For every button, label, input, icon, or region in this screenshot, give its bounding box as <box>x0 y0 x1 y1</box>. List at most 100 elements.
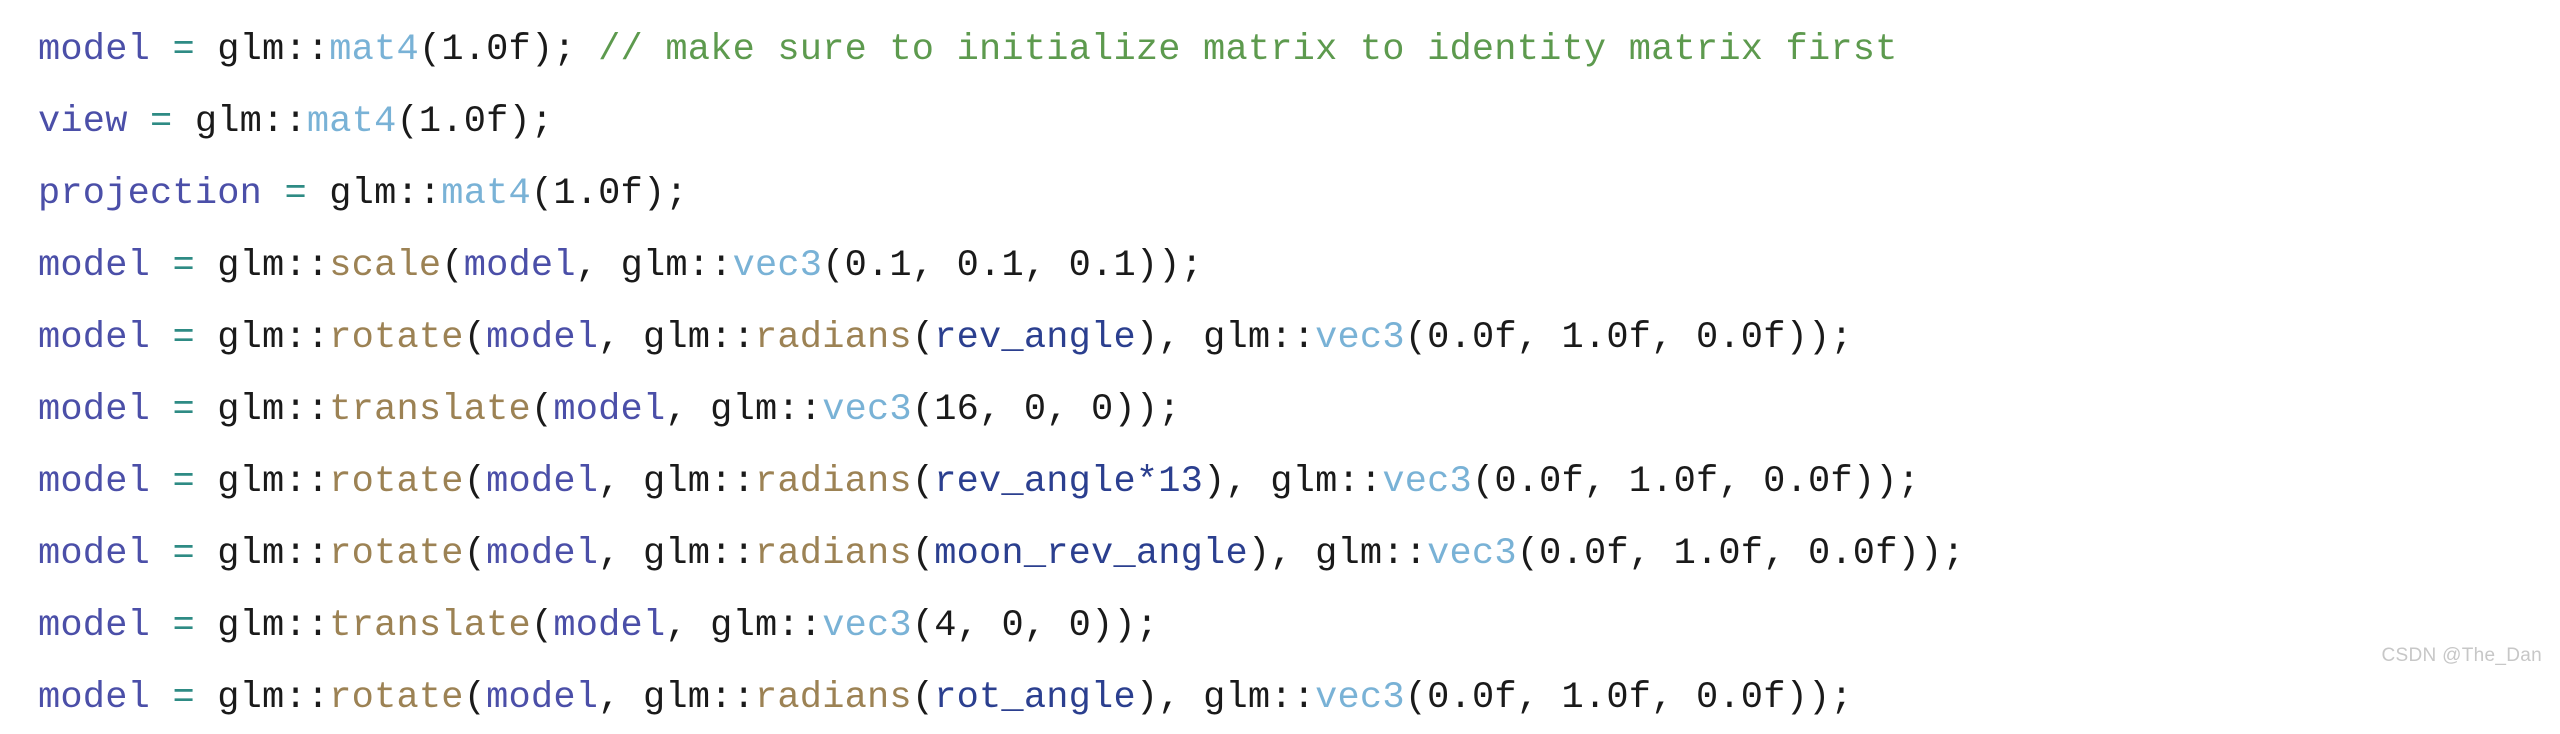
code-line: model = glm::rotate(model, glm::radians(… <box>38 302 2538 374</box>
code-token: ( <box>1404 317 1428 359</box>
code-token: model <box>486 317 599 359</box>
code-token: glm:: <box>217 389 330 431</box>
code-token: glm:: <box>642 461 755 503</box>
code-token: translate <box>329 605 531 647</box>
code-token: model <box>38 605 151 647</box>
code-token: glm:: <box>217 29 330 71</box>
code-block: model = glm::mat4(1.0f); // make sure to… <box>38 14 2538 734</box>
code-token: radians <box>754 677 912 719</box>
code-token: glm:: <box>620 245 733 287</box>
code-token: ), <box>1135 317 1204 359</box>
code-token: vec3 <box>822 389 912 431</box>
code-token: )); <box>1135 245 1204 287</box>
code-token: glm:: <box>217 605 330 647</box>
code-token: model <box>486 533 599 575</box>
code-token: ); <box>508 101 554 143</box>
code-token: glm:: <box>1270 461 1383 503</box>
code-token: glm:: <box>194 101 307 143</box>
code-token: glm:: <box>217 677 330 719</box>
code-token: , <box>598 461 643 503</box>
code-token: = <box>172 677 195 719</box>
code-token: ( <box>911 605 935 647</box>
code-token: )); <box>1785 677 1853 719</box>
code-token: ( <box>911 461 935 503</box>
code-token: ( <box>463 317 487 359</box>
code-token: rotate <box>329 461 464 503</box>
code-token: 1.0f <box>441 29 531 71</box>
code-token: = <box>172 245 195 287</box>
code-token: = <box>172 389 195 431</box>
code-token: = <box>172 533 195 575</box>
code-token: ), <box>1203 461 1271 503</box>
code-token: vec3 <box>1315 677 1405 719</box>
code-token: = <box>172 29 195 71</box>
code-token: ); <box>530 29 576 71</box>
code-token: vec3 <box>1427 533 1517 575</box>
code-token: )); <box>1091 605 1159 647</box>
code-token: = <box>172 461 195 503</box>
code-token: glm:: <box>217 245 330 287</box>
code-token: glm:: <box>642 677 755 719</box>
code-token: = <box>284 173 307 215</box>
code-token: ( <box>463 461 487 503</box>
code-token: scale <box>329 245 442 287</box>
code-token: model <box>486 461 599 503</box>
code-token: view <box>38 101 128 143</box>
code-token: glm:: <box>710 605 823 647</box>
code-token: , <box>665 389 711 431</box>
code-token: glm:: <box>329 173 442 215</box>
code-token: glm:: <box>1315 533 1428 575</box>
code-line: model = glm::rotate(model, glm::radians(… <box>38 446 2538 518</box>
code-token: model <box>553 389 666 431</box>
code-token: glm:: <box>217 461 330 503</box>
code-token: rev_angle <box>934 317 1136 359</box>
code-token: rotate <box>329 533 464 575</box>
code-token: vec3 <box>732 245 823 287</box>
code-token: model <box>486 677 599 719</box>
code-line: model = glm::rotate(model, glm::radians(… <box>38 662 2538 734</box>
code-token: model <box>38 245 151 287</box>
code-token: 4, 0, 0 <box>934 605 1092 647</box>
code-token: moon_rev_angle <box>934 533 1248 575</box>
code-token: ( <box>911 317 935 359</box>
code-token: model <box>38 461 151 503</box>
code-token: 0.0f, 1.0f, 0.0f <box>1539 533 1898 575</box>
code-token: , <box>665 605 711 647</box>
code-token: )); <box>1113 389 1181 431</box>
code-line: model = glm::translate(model, glm::vec3(… <box>38 590 2538 662</box>
code-token: ( <box>441 245 464 287</box>
code-token: ); <box>642 173 688 215</box>
code-token: ( <box>463 533 487 575</box>
code-line: model = glm::scale(model, glm::vec3(0.1,… <box>38 230 2538 302</box>
code-token: radians <box>754 461 912 503</box>
code-token: model <box>38 677 151 719</box>
code-token: glm:: <box>217 317 330 359</box>
code-token: radians <box>754 317 912 359</box>
code-token: model <box>463 245 576 287</box>
code-token: 0.0f, 1.0f, 0.0f <box>1494 461 1853 503</box>
code-token: // make sure to initialize matrix to ide… <box>598 29 1898 71</box>
code-token: )); <box>1897 533 1965 575</box>
code-token: 1.0f <box>418 101 509 143</box>
code-token: rot_angle <box>934 677 1136 719</box>
code-token: ( <box>1471 461 1495 503</box>
code-token: translate <box>329 389 531 431</box>
code-token: , <box>598 677 643 719</box>
code-line: projection = glm::mat4(1.0f); <box>38 158 2538 230</box>
code-token: 0.1, 0.1, 0.1 <box>844 245 1136 287</box>
